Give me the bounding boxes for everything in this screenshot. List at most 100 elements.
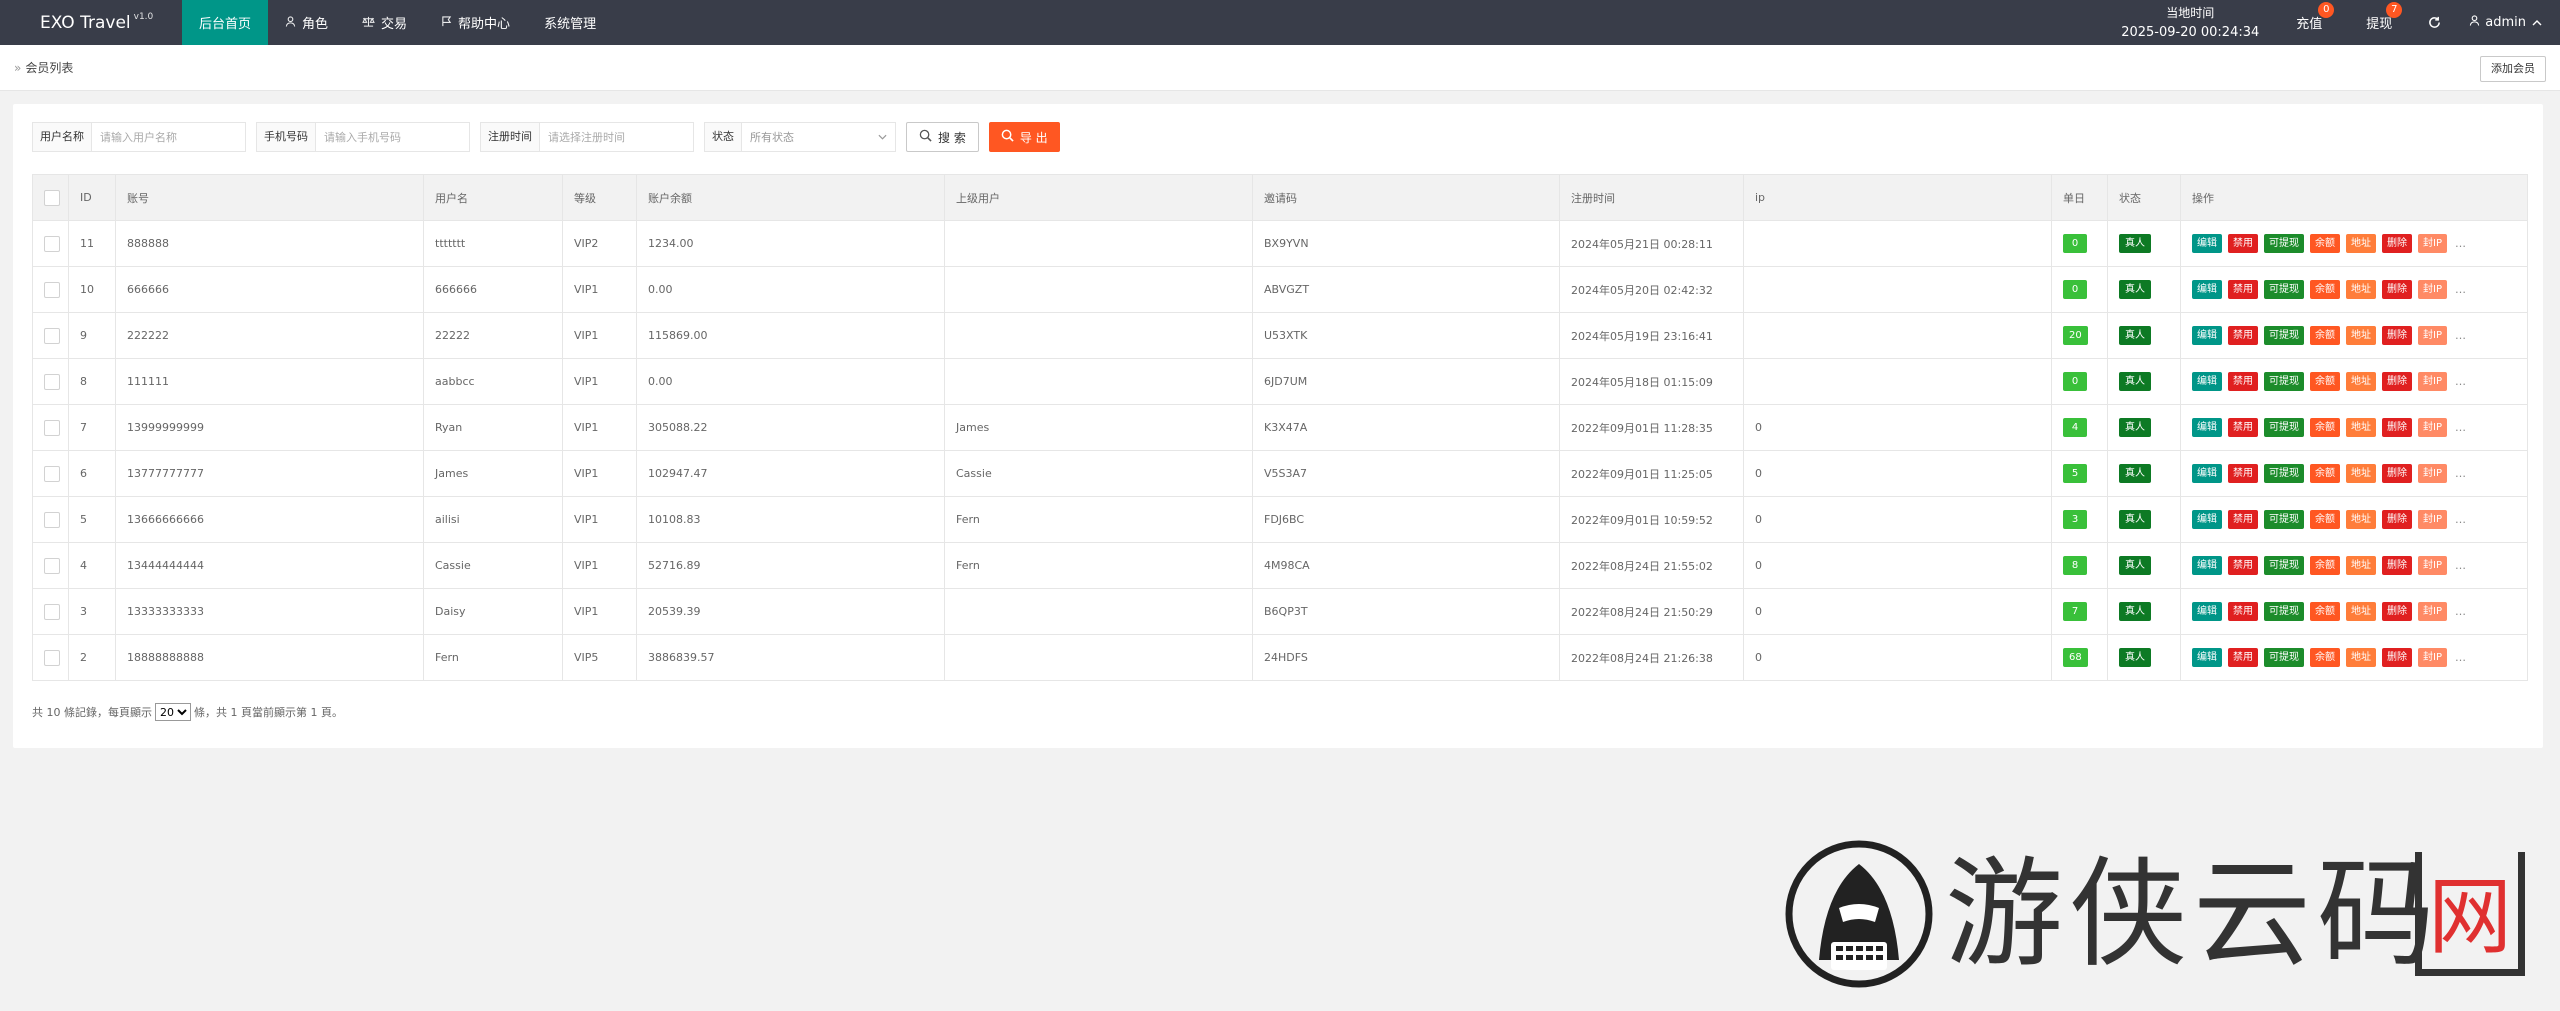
row-checkbox[interactable] xyxy=(32,312,69,359)
more-icon[interactable]: … xyxy=(2455,467,2466,480)
withdrawable-button[interactable]: 可提现 xyxy=(2264,510,2304,529)
export-button[interactable]: 导 出 xyxy=(988,122,1060,152)
withdrawable-button[interactable]: 可提现 xyxy=(2264,326,2304,345)
withdrawable-button[interactable]: 可提现 xyxy=(2264,602,2304,621)
delete-button[interactable]: 删除 xyxy=(2382,464,2412,483)
disable-button[interactable]: 禁用 xyxy=(2228,326,2258,345)
edit-button[interactable]: 编辑 xyxy=(2192,326,2222,345)
delete-button[interactable]: 删除 xyxy=(2382,556,2412,575)
delete-button[interactable]: 删除 xyxy=(2382,234,2412,253)
edit-button[interactable]: 编辑 xyxy=(2192,464,2222,483)
ban-ip-button[interactable]: 封IP xyxy=(2418,648,2447,667)
address-button[interactable]: 地址 xyxy=(2346,648,2376,667)
row-checkbox[interactable] xyxy=(32,220,69,267)
edit-button[interactable]: 编辑 xyxy=(2192,648,2222,667)
balance-button[interactable]: 余额 xyxy=(2310,648,2340,667)
ban-ip-button[interactable]: 封IP xyxy=(2418,234,2447,253)
more-icon[interactable]: … xyxy=(2455,605,2466,618)
more-icon[interactable]: … xyxy=(2455,513,2466,526)
withdrawable-button[interactable]: 可提现 xyxy=(2264,556,2304,575)
recharge-button[interactable]: 充值 0 xyxy=(2274,0,2344,45)
edit-button[interactable]: 编辑 xyxy=(2192,234,2222,253)
address-button[interactable]: 地址 xyxy=(2346,280,2376,299)
withdrawable-button[interactable]: 可提现 xyxy=(2264,372,2304,391)
address-button[interactable]: 地址 xyxy=(2346,510,2376,529)
balance-button[interactable]: 余额 xyxy=(2310,602,2340,621)
ban-ip-button[interactable]: 封IP xyxy=(2418,556,2447,575)
balance-button[interactable]: 余额 xyxy=(2310,280,2340,299)
row-checkbox[interactable] xyxy=(32,266,69,313)
withdrawable-button[interactable]: 可提现 xyxy=(2264,234,2304,253)
balance-button[interactable]: 余额 xyxy=(2310,464,2340,483)
balance-button[interactable]: 余额 xyxy=(2310,326,2340,345)
edit-button[interactable]: 编辑 xyxy=(2192,418,2222,437)
page-size-select[interactable]: 20 xyxy=(155,703,191,721)
regtime-input[interactable] xyxy=(540,123,693,151)
withdrawable-button[interactable]: 可提现 xyxy=(2264,280,2304,299)
brand-logo[interactable]: EXO Travel v1.0 xyxy=(0,0,182,45)
address-button[interactable]: 地址 xyxy=(2346,326,2376,345)
ban-ip-button[interactable]: 封IP xyxy=(2418,510,2447,529)
edit-button[interactable]: 编辑 xyxy=(2192,556,2222,575)
row-checkbox[interactable] xyxy=(32,358,69,405)
add-member-button[interactable]: 添加会员 xyxy=(2480,56,2546,82)
ban-ip-button[interactable]: 封IP xyxy=(2418,326,2447,345)
disable-button[interactable]: 禁用 xyxy=(2228,648,2258,667)
more-icon[interactable]: … xyxy=(2455,651,2466,664)
disable-button[interactable]: 禁用 xyxy=(2228,234,2258,253)
withdrawable-button[interactable]: 可提现 xyxy=(2264,464,2304,483)
row-checkbox[interactable] xyxy=(32,588,69,635)
address-button[interactable]: 地址 xyxy=(2346,464,2376,483)
status-select[interactable]: 所有状态 xyxy=(742,123,895,151)
nav-item-roles[interactable]: 角色 xyxy=(268,0,345,45)
ban-ip-button[interactable]: 封IP xyxy=(2418,280,2447,299)
user-menu[interactable]: admin xyxy=(2455,0,2560,45)
withdrawable-button[interactable]: 可提现 xyxy=(2264,648,2304,667)
address-button[interactable]: 地址 xyxy=(2346,372,2376,391)
ban-ip-button[interactable]: 封IP xyxy=(2418,602,2447,621)
disable-button[interactable]: 禁用 xyxy=(2228,280,2258,299)
edit-button[interactable]: 编辑 xyxy=(2192,372,2222,391)
address-button[interactable]: 地址 xyxy=(2346,602,2376,621)
more-icon[interactable]: … xyxy=(2455,237,2466,250)
edit-button[interactable]: 编辑 xyxy=(2192,280,2222,299)
balance-button[interactable]: 余额 xyxy=(2310,556,2340,575)
delete-button[interactable]: 删除 xyxy=(2382,326,2412,345)
disable-button[interactable]: 禁用 xyxy=(2228,372,2258,391)
withdrawable-button[interactable]: 可提现 xyxy=(2264,418,2304,437)
disable-button[interactable]: 禁用 xyxy=(2228,464,2258,483)
ban-ip-button[interactable]: 封IP xyxy=(2418,372,2447,391)
edit-button[interactable]: 编辑 xyxy=(2192,602,2222,621)
more-icon[interactable]: … xyxy=(2455,421,2466,434)
ban-ip-button[interactable]: 封IP xyxy=(2418,418,2447,437)
username-input[interactable] xyxy=(92,123,245,151)
nav-item-help[interactable]: 帮助中心 xyxy=(424,0,527,45)
disable-button[interactable]: 禁用 xyxy=(2228,556,2258,575)
more-icon[interactable]: … xyxy=(2455,283,2466,296)
balance-button[interactable]: 余额 xyxy=(2310,372,2340,391)
more-icon[interactable]: … xyxy=(2455,559,2466,572)
select-all-checkbox[interactable] xyxy=(32,174,69,221)
delete-button[interactable]: 删除 xyxy=(2382,418,2412,437)
address-button[interactable]: 地址 xyxy=(2346,234,2376,253)
phone-input[interactable] xyxy=(316,123,469,151)
row-checkbox[interactable] xyxy=(32,542,69,589)
balance-button[interactable]: 余额 xyxy=(2310,510,2340,529)
delete-button[interactable]: 删除 xyxy=(2382,280,2412,299)
withdraw-button[interactable]: 提现 7 xyxy=(2344,0,2414,45)
row-checkbox[interactable] xyxy=(32,450,69,497)
ban-ip-button[interactable]: 封IP xyxy=(2418,464,2447,483)
disable-button[interactable]: 禁用 xyxy=(2228,418,2258,437)
delete-button[interactable]: 删除 xyxy=(2382,648,2412,667)
delete-button[interactable]: 删除 xyxy=(2382,510,2412,529)
refresh-icon[interactable] xyxy=(2414,0,2455,45)
more-icon[interactable]: … xyxy=(2455,329,2466,342)
delete-button[interactable]: 删除 xyxy=(2382,602,2412,621)
balance-button[interactable]: 余额 xyxy=(2310,418,2340,437)
row-checkbox[interactable] xyxy=(32,404,69,451)
nav-item-trade[interactable]: 交易 xyxy=(345,0,424,45)
balance-button[interactable]: 余额 xyxy=(2310,234,2340,253)
edit-button[interactable]: 编辑 xyxy=(2192,510,2222,529)
address-button[interactable]: 地址 xyxy=(2346,556,2376,575)
row-checkbox[interactable] xyxy=(32,634,69,681)
